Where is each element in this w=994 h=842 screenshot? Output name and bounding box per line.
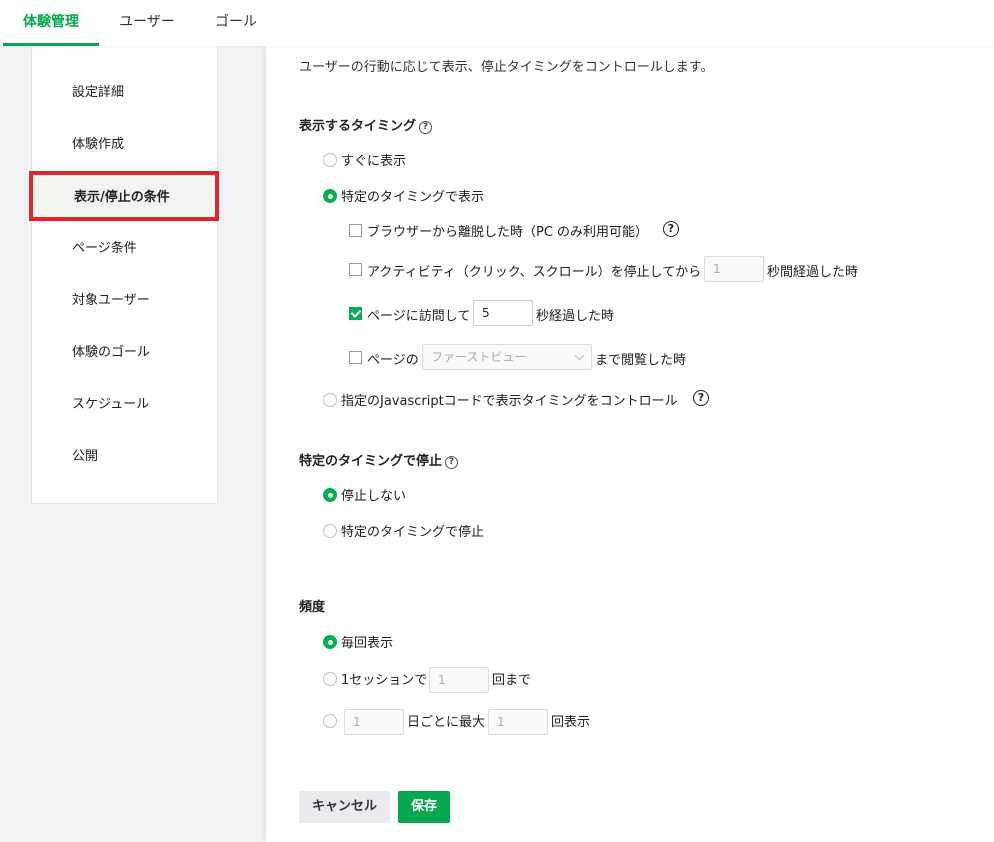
sidebar-item-experience-creation[interactable]: 体験作成: [32, 123, 217, 167]
question-circle-icon[interactable]: ?: [693, 390, 709, 406]
radio-js-control[interactable]: [323, 393, 337, 407]
checkbox-browser-exit[interactable]: [349, 224, 362, 237]
radio-no-stop-label: 停止しない: [341, 489, 407, 504]
stop-timing-title-text: 特定のタイミングで停止: [299, 454, 443, 469]
radio-specific-timing[interactable]: [323, 189, 337, 203]
checkbox-page-visit[interactable]: [349, 307, 362, 320]
question-circle-icon[interactable]: ?: [663, 221, 679, 237]
sidebar-item-publish[interactable]: 公開: [32, 435, 217, 479]
sidebar-item-target-users[interactable]: 対象ユーザー: [32, 279, 217, 323]
top-tab-bar: 体験管理 ユーザー ゴール: [0, 0, 994, 46]
session-count-input[interactable]: 1: [429, 667, 489, 693]
scroll-position-select[interactable]: ファーストビュー: [422, 344, 592, 370]
sidebar-item-experience-goal[interactable]: 体験のゴール: [32, 331, 217, 375]
checkbox-browser-exit-label: ブラウザーから離脱した時（PC のみ利用可能）: [367, 225, 649, 240]
chevron-down-icon: [574, 350, 585, 361]
question-circle-icon[interactable]: ?: [419, 121, 433, 134]
activity-seconds-input[interactable]: 1: [704, 256, 764, 282]
days-label: 日ごとに最大: [407, 715, 486, 730]
checkbox-scroll-depth-label: ページの: [367, 353, 419, 368]
page-description: ユーザーの行動に応じて表示、停止タイミングをコントロールします。: [299, 60, 714, 75]
js-control-help: ?: [690, 390, 709, 406]
days-input[interactable]: 1: [344, 709, 404, 735]
visit-seconds-suffix: 秒経過した時: [536, 309, 615, 324]
activity-seconds-suffix: 秒間経過した時: [767, 265, 859, 280]
radio-immediate[interactable]: [323, 153, 337, 167]
display-timing-title-text: 表示するタイミング: [299, 119, 417, 134]
max-times-input[interactable]: 1: [488, 709, 548, 735]
radio-no-stop[interactable]: [323, 488, 337, 502]
max-times-suffix: 回表示: [551, 715, 591, 730]
browser-exit-help: ?: [660, 221, 679, 237]
radio-every-time[interactable]: [323, 635, 337, 649]
radio-immediate-label: すぐに表示: [341, 154, 407, 169]
visit-seconds-input[interactable]: 5: [473, 300, 533, 326]
session-count-suffix: 回まで: [492, 673, 532, 688]
sidebar-item-page-conditions[interactable]: ページ条件: [32, 227, 217, 271]
radio-specific-stop-label: 特定のタイミングで停止: [341, 525, 485, 540]
question-circle-icon[interactable]: ?: [445, 456, 459, 469]
settings-sidebar: 設定詳細 体験作成 表示/停止の条件 ページ条件 対象ユーザー 体験のゴール ス…: [29, 46, 219, 504]
tab-goals[interactable]: ゴール: [198, 0, 274, 46]
save-button[interactable]: 保存: [398, 791, 450, 823]
radio-per-days[interactable]: [323, 714, 337, 728]
radio-per-session-label: 1セッションで: [341, 673, 428, 688]
checkbox-activity-stop[interactable]: [349, 263, 362, 276]
radio-every-time-label: 毎回表示: [341, 636, 394, 651]
checkbox-page-visit-label: ページに訪問して: [367, 309, 471, 324]
main-panel: ユーザーの行動に応じて表示、停止タイミングをコントロールします。 表示するタイミ…: [266, 46, 994, 842]
radio-specific-timing-label: 特定のタイミングで表示: [341, 190, 485, 205]
checkbox-activity-stop-label: アクティビティ（クリック、スクロール）を停止してから: [367, 265, 702, 280]
tab-experience-management[interactable]: 体験管理: [3, 0, 99, 46]
scroll-position-select-value: ファーストビュー: [431, 350, 527, 364]
checkbox-scroll-depth[interactable]: [349, 351, 362, 364]
sidebar-item-setting-details[interactable]: 設定詳細: [32, 71, 217, 115]
radio-js-control-label: 指定のJavascriptコードで表示タイミングをコントロール: [341, 394, 678, 409]
sidebar-item-display-stop-conditions[interactable]: 表示/停止の条件: [29, 171, 219, 221]
frequency-title: 頻度: [299, 600, 326, 615]
tab-users[interactable]: ユーザー: [104, 0, 190, 46]
radio-per-session[interactable]: [323, 672, 337, 686]
sidebar-item-schedule[interactable]: スケジュール: [32, 383, 217, 427]
display-timing-title: 表示するタイミング?: [299, 115, 433, 134]
stop-timing-title: 特定のタイミングで停止?: [299, 450, 459, 469]
scroll-depth-suffix: まで閲覧した時: [595, 353, 687, 368]
radio-specific-stop[interactable]: [323, 524, 337, 538]
cancel-button[interactable]: キャンセル: [299, 791, 390, 823]
